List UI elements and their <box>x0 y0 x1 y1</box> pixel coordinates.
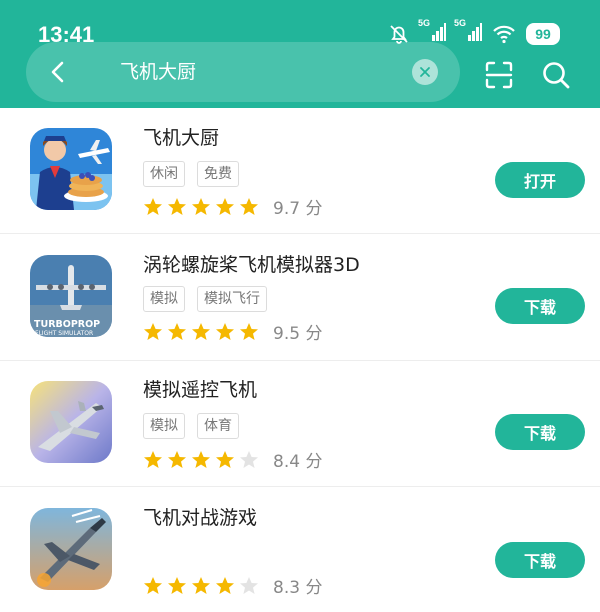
tag: 体育 <box>197 413 239 439</box>
star-filled-icon <box>168 322 186 340</box>
network-type-1: 5G <box>418 18 431 28</box>
star-rating: 8.4 分 <box>143 447 322 472</box>
star-filled-icon <box>192 576 210 594</box>
star-filled-icon <box>240 197 258 215</box>
app-tags: 模拟 模拟飞行 <box>143 286 267 312</box>
star-filled-icon <box>168 197 186 215</box>
tag: 免费 <box>197 161 239 187</box>
rating-score: 8.4 分 <box>273 452 323 472</box>
star-filled-icon <box>216 576 234 594</box>
star-filled-icon <box>144 450 162 468</box>
tag: 模拟 <box>143 413 185 439</box>
back-arrow-icon[interactable] <box>46 59 72 85</box>
app-name[interactable]: 模拟遥控飞机 <box>143 377 257 403</box>
turboprop-app-icon[interactable]: TURBOPROP FLIGHT SIMULATOR <box>30 255 112 337</box>
star-filled-icon <box>216 322 234 340</box>
star-empty-icon <box>240 450 258 468</box>
rating-score: 8.3 分 <box>273 578 323 598</box>
star-rating: 9.7 分 <box>143 194 322 219</box>
app-tags: 休闲 免费 <box>143 161 239 187</box>
tag: 模拟 <box>143 286 185 312</box>
app-row-3[interactable]: 模拟遥控飞机 模拟 体育 8.4 分 下载 <box>0 361 600 487</box>
star-filled-icon <box>168 450 186 468</box>
clear-search-icon[interactable] <box>412 59 438 85</box>
app-tags: 模拟 体育 <box>143 413 239 439</box>
star-filled-icon <box>216 197 234 215</box>
fighter-jet-app-icon[interactable] <box>30 508 112 590</box>
star-filled-icon <box>240 322 258 340</box>
icon-caption-title: TURBOPROP <box>34 319 100 330</box>
network-type-2: 5G <box>454 18 467 28</box>
star-filled-icon <box>144 576 162 594</box>
app-row-4[interactable]: 飞机对战游戏 8.3 分 下载 <box>0 488 600 612</box>
app-name[interactable]: 飞机大厨 <box>143 125 219 151</box>
scan-icon[interactable] <box>484 60 514 90</box>
top-header: 13:41 5G 5G 99 飞机大厨 <box>0 0 600 108</box>
tag: 模拟飞行 <box>197 286 267 312</box>
star-filled-icon <box>168 576 186 594</box>
tag: 休闲 <box>143 161 185 187</box>
search-bar[interactable]: 飞机大厨 <box>26 42 460 102</box>
rating-score: 9.5 分 <box>273 324 323 344</box>
cell-signal-2-icon: 5G <box>454 18 482 47</box>
star-rating: 8.3 分 <box>143 573 322 598</box>
open-button[interactable]: 打开 <box>495 162 585 198</box>
rc-plane-app-icon[interactable] <box>30 381 112 463</box>
app-name[interactable]: 涡轮螺旋桨飞机模拟器3D <box>143 252 360 278</box>
star-filled-icon <box>144 197 162 215</box>
search-input[interactable]: 飞机大厨 <box>120 59 196 85</box>
wifi-icon <box>493 25 515 44</box>
chef-app-icon[interactable] <box>30 128 112 210</box>
download-button[interactable]: 下载 <box>495 414 585 450</box>
app-row-2[interactable]: TURBOPROP FLIGHT SIMULATOR 涡轮螺旋桨飞机模拟器3D … <box>0 235 600 361</box>
download-button[interactable]: 下载 <box>495 288 585 324</box>
search-icon[interactable] <box>541 60 571 90</box>
battery-indicator: 99 <box>526 23 560 45</box>
rating-score: 9.7 分 <box>273 199 323 219</box>
star-rating: 9.5 分 <box>143 319 322 344</box>
star-filled-icon <box>192 322 210 340</box>
download-button[interactable]: 下载 <box>495 542 585 578</box>
star-filled-icon <box>192 450 210 468</box>
star-filled-icon <box>216 450 234 468</box>
icon-caption-subtitle: FLIGHT SIMULATOR <box>35 330 93 337</box>
star-filled-icon <box>144 322 162 340</box>
star-empty-icon <box>240 576 258 594</box>
star-filled-icon <box>192 197 210 215</box>
app-row-1[interactable]: 飞机大厨 休闲 免费 9.7 分 打开 <box>0 108 600 234</box>
app-name[interactable]: 飞机对战游戏 <box>143 505 257 531</box>
